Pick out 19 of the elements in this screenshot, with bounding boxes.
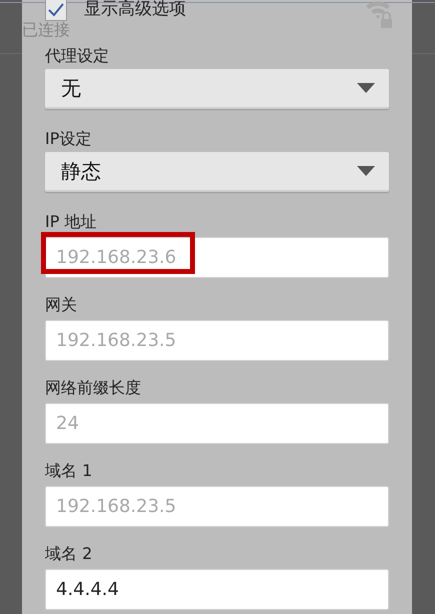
caret-icon: [357, 166, 375, 176]
input-field[interactable]: 192.168.23.5: [45, 486, 389, 527]
field-label: IP设定: [45, 128, 92, 150]
field-label: 网络前缀长度: [45, 377, 142, 399]
caret-icon: [357, 83, 375, 93]
dropdown[interactable]: 无: [45, 69, 389, 109]
field-label: IP 地址: [45, 211, 98, 233]
input-field[interactable]: 4.4.4.4: [45, 569, 389, 610]
field-label: 域名 1: [45, 460, 94, 482]
checkbox-label: 显示高级选项: [84, 0, 186, 22]
field-label: 代理设定: [45, 45, 110, 67]
field-label: 网关: [45, 294, 78, 316]
input-field[interactable]: 192.168.23.6: [45, 237, 389, 278]
field-label: 域名 2: [45, 543, 94, 565]
dropdown[interactable]: 静态: [45, 152, 389, 192]
input-field[interactable]: 24: [45, 403, 389, 444]
checkbox[interactable]: [45, 0, 67, 21]
input-field[interactable]: 192.168.23.5: [45, 320, 389, 361]
wifi-lock-icon: [364, 0, 394, 30]
